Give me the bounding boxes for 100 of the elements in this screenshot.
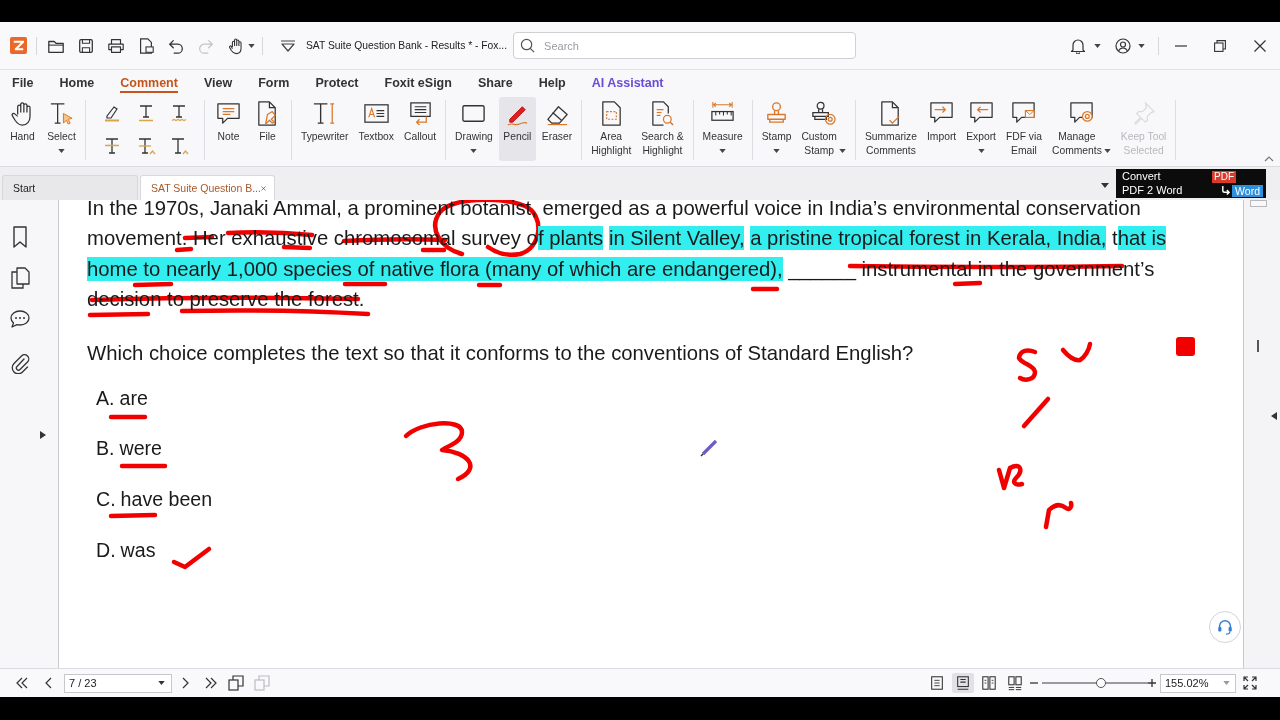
collapse-ribbon-icon[interactable]	[1264, 156, 1274, 162]
search-icon	[520, 38, 536, 53]
slider-thumb[interactable]	[1096, 678, 1107, 688]
menu-tab[interactable]: Share	[477, 72, 513, 93]
continuous-view-icon	[955, 675, 971, 691]
menu-tab[interactable]: Comment	[120, 72, 178, 93]
caret-icon	[977, 149, 985, 153]
bell-icon[interactable]	[1070, 37, 1086, 54]
single-page-view-icon	[929, 675, 945, 691]
menu-tab[interactable]: Form	[258, 72, 290, 93]
document-tab[interactable]: Start	[2, 175, 138, 200]
search-field[interactable]: Search	[513, 32, 857, 59]
ribbon-tool-button[interactable]: Import	[923, 97, 961, 161]
scrollbar-thumb[interactable]	[1257, 340, 1259, 352]
strikethrough-icon[interactable]	[102, 136, 122, 156]
facing-view-icon	[981, 675, 997, 691]
ribbon-tool-button[interactable]: Custom Stamp	[797, 97, 850, 161]
first-page-icon[interactable]	[15, 677, 29, 689]
ink-underline	[174, 246, 194, 253]
caret-icon[interactable]	[1094, 43, 1101, 48]
ribbon-tool-button[interactable]: Stamp	[757, 97, 796, 161]
ribbon-tool-button[interactable]: FDF via Email	[1001, 97, 1046, 161]
ribbon-tool-button[interactable]: Area Highlight	[587, 97, 636, 161]
save-icon[interactable]	[77, 36, 95, 55]
text-select-icon	[48, 100, 75, 127]
ribbon-tool-button[interactable]: Search & Highlight	[637, 97, 688, 161]
squiggly-underline-icon[interactable]	[169, 103, 189, 123]
ink-scribble	[1043, 500, 1074, 530]
page-number-value: 7 / 23	[69, 677, 97, 689]
ribbon-tool-button[interactable]: Callout	[400, 97, 441, 161]
speech-bubble-icon	[215, 100, 242, 127]
caret-icon[interactable]	[158, 681, 165, 685]
expand-arrow-icon[interactable]	[40, 431, 46, 439]
ribbon-tool-button[interactable]: File	[249, 97, 286, 161]
bookmark-icon[interactable]	[10, 226, 30, 248]
collapse-arrow-icon[interactable]	[1271, 412, 1277, 420]
ink-underline	[108, 512, 158, 519]
menu-tab[interactable]: File	[12, 72, 34, 93]
menu-tab[interactable]: Foxit eSign	[384, 72, 452, 93]
print-icon[interactable]	[107, 36, 125, 55]
choice-text: have been	[120, 487, 213, 512]
view-mode-button[interactable]	[952, 673, 974, 693]
ribbon-tool-button[interactable]: Typewriter	[297, 97, 353, 161]
menu-tab[interactable]: View	[203, 72, 233, 93]
caret-icon[interactable]	[1138, 43, 1145, 48]
ribbon-tool-button[interactable]: Select	[43, 97, 80, 161]
choice-letter: A.	[96, 385, 115, 411]
choice-text: are	[119, 385, 148, 411]
promo-text: PDF 2 Word	[1122, 184, 1184, 197]
ribbon-tool-button[interactable]: Manage Comments	[1048, 97, 1115, 161]
menu-tab[interactable]: Home	[59, 72, 95, 93]
ribbon-tool-button[interactable]: Textbox	[354, 97, 398, 161]
promo-banner[interactable]: Convert PDF PDF 2 Word Word	[1116, 169, 1266, 198]
zoom-in-icon[interactable]	[1148, 679, 1156, 687]
question-text: Which choice completes the text so that it conforms to the conventions of Standard English?	[87, 340, 914, 366]
overlapping-pages-icon[interactable]	[228, 675, 244, 691]
document-tab[interactable]: SAT Suite Question B...	[140, 175, 275, 200]
headset-icon	[1216, 618, 1234, 636]
scrollbar-button[interactable]	[1250, 200, 1267, 207]
ribbon-tool-button[interactable]: Export	[962, 97, 1000, 161]
pages-icon[interactable]	[10, 267, 30, 289]
page-number-field[interactable]: 7 / 23	[64, 673, 172, 693]
ink-scribble	[1016, 348, 1038, 382]
zoom-out-icon[interactable]	[1030, 679, 1038, 687]
paperclip-icon[interactable]	[10, 352, 30, 374]
choice-text: was	[120, 537, 156, 563]
document-icon[interactable]	[137, 36, 155, 55]
ink-underline	[108, 414, 148, 420]
hand-icon[interactable]	[227, 36, 245, 55]
menu-tab[interactable]: Help	[538, 72, 566, 93]
ribbon-tool-button[interactable]: Measure	[698, 97, 747, 161]
tab-label: SAT Suite Question B...	[151, 182, 261, 194]
menu-tab[interactable]: AI Assistant	[591, 72, 664, 93]
ink-underline	[119, 463, 168, 469]
comment-icon[interactable]	[10, 308, 30, 330]
user-icon[interactable]	[1115, 37, 1131, 54]
zoom-field[interactable]: 155.02%	[1160, 673, 1236, 693]
caret-icon[interactable]	[1101, 183, 1109, 188]
ribbon-tool-button[interactable]: Hand	[4, 97, 41, 161]
ink-underline	[342, 281, 388, 287]
app-logo-icon[interactable]	[10, 37, 27, 54]
assistant-button[interactable]	[1209, 611, 1241, 643]
ribbon-tool-button[interactable]: Pencil	[498, 97, 536, 161]
insert-text-icon[interactable]	[169, 136, 189, 156]
close-icon[interactable]	[1254, 39, 1266, 52]
caret-icon	[719, 149, 727, 153]
dropdown-triangle-icon[interactable]	[280, 39, 296, 52]
restore-icon[interactable]	[1214, 39, 1226, 52]
ink-scribble	[1060, 341, 1093, 363]
ribbon-tool-button[interactable]: Summarize Comments	[860, 97, 921, 161]
menu-tab[interactable]: Protect	[315, 72, 359, 93]
fullscreen-icon[interactable]	[1243, 676, 1257, 690]
ribbon-tool-button[interactable]: Drawing	[451, 97, 497, 161]
caret-icon[interactable]	[248, 43, 255, 48]
choice-letter: B.	[96, 436, 115, 462]
stamp-gear-icon	[810, 100, 838, 127]
ribbon-tool-button[interactable]: Note	[210, 97, 247, 161]
ribbon-tool-button[interactable]: Eraser	[537, 97, 577, 161]
choice-letter: D.	[96, 537, 116, 563]
last-page-icon[interactable]	[204, 677, 218, 689]
